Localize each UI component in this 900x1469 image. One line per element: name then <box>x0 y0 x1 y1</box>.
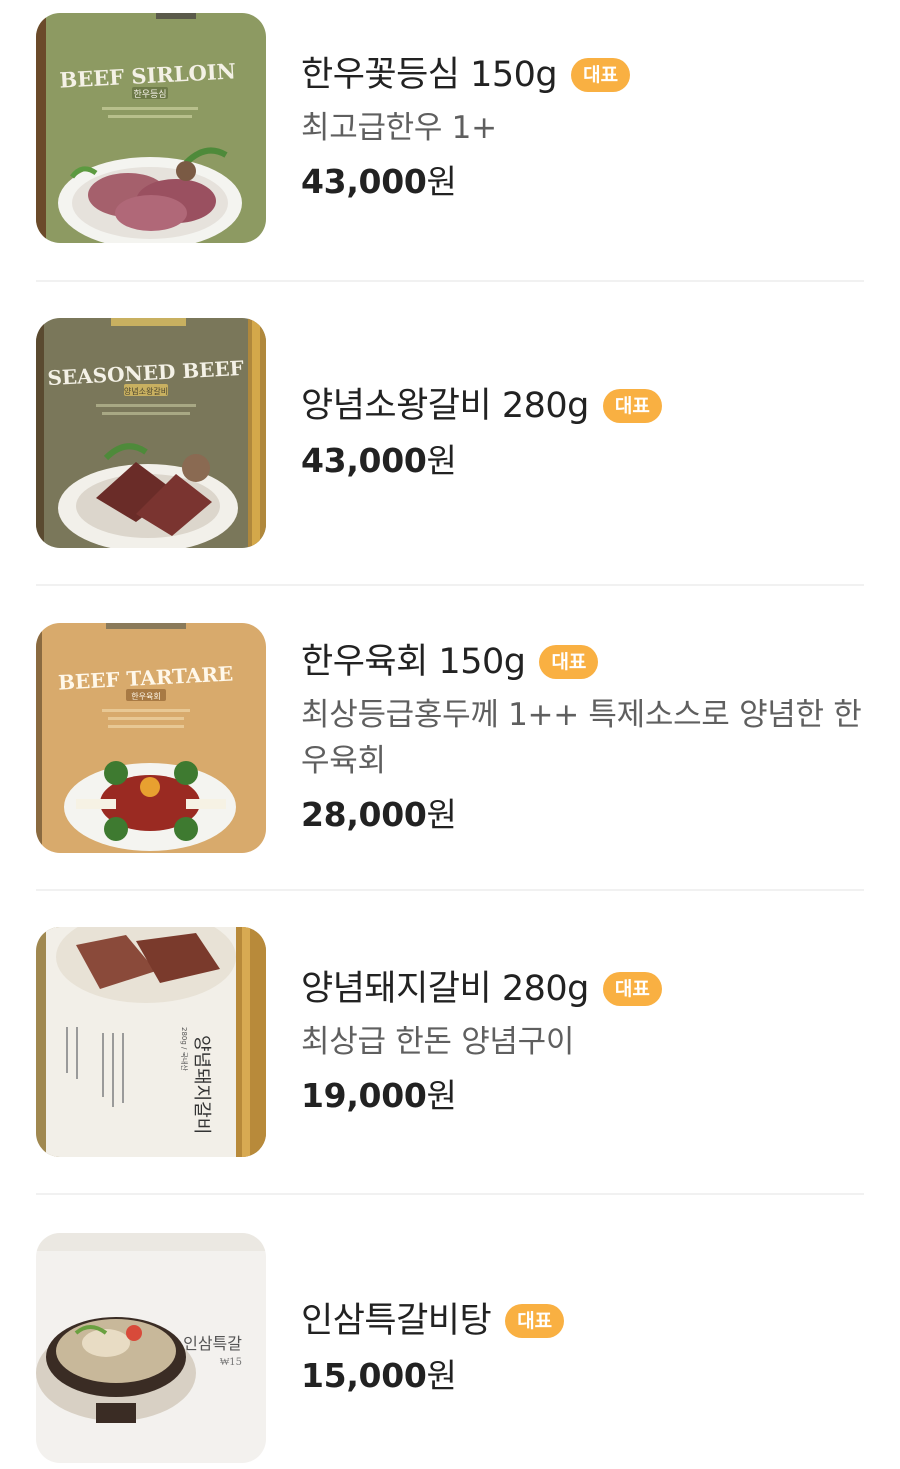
seasoned-beef-photo-icon: SEASONED BEEF 양념소왕갈비 <box>36 318 266 548</box>
menu-item-info: 인삼특갈비탕 대표 15,000원 <box>301 1297 864 1399</box>
menu-item-info: 양념돼지갈비 280g 대표 최상급 한돈 양념구이 19,000원 <box>301 965 864 1119</box>
price-number: 28,000 <box>301 795 427 834</box>
galbitang-photo-icon: 인삼특갈 ₩15 <box>36 1233 266 1463</box>
menu-item-price: 19,000원 <box>301 1073 864 1119</box>
menu-item-price: 15,000원 <box>301 1353 864 1399</box>
menu-item-info: 한우육회 150g 대표 최상등급홍두께 1++ 특제소스로 양념한 한우육회 … <box>301 638 864 838</box>
menu-list: BEEF SIRLOIN 한우등심 한우꽃등심 150g 대표 최고급한우 1+ <box>0 0 900 1469</box>
divider <box>36 280 864 282</box>
menu-item-seasoned-beef[interactable]: SEASONED BEEF 양념소왕갈비 양념소왕갈비 280g 대표 43,0… <box>36 318 864 548</box>
image-label: ₩15 <box>220 1357 242 1368</box>
menu-item-info: 한우꽃등심 150g 대표 최고급한우 1+ 43,000원 <box>301 51 864 205</box>
image-label: 한우등심 <box>133 89 166 100</box>
menu-item-price: 43,000원 <box>301 438 864 484</box>
menu-item-price: 28,000원 <box>301 792 864 838</box>
price-number: 43,000 <box>301 441 427 480</box>
name-row: 양념돼지갈비 280g 대표 <box>301 965 864 1013</box>
menu-item-name: 양념소왕갈비 280g <box>301 386 589 426</box>
divider <box>36 1193 864 1195</box>
image-title: 인삼특갈 <box>183 1334 242 1353</box>
price-unit: 원 <box>426 441 457 480</box>
menu-item-pork-ribs[interactable]: 양념돼지갈비 280g / 국내산 양념돼지갈비 280g 대표 최상급 한돈 … <box>36 927 864 1157</box>
menu-item-description: 최고급한우 1+ <box>301 110 497 146</box>
name-row: 한우꽃등심 150g 대표 <box>301 51 864 99</box>
menu-item-description: 최상급 한돈 양념구이 <box>301 1024 575 1060</box>
beef-sirloin-photo-icon: BEEF SIRLOIN 한우등심 <box>36 13 266 243</box>
price-unit: 원 <box>426 1076 457 1115</box>
pork-ribs-photo-icon: 양념돼지갈비 280g / 국내산 <box>36 927 266 1157</box>
signature-badge: 대표 <box>571 58 631 92</box>
menu-item-info: 양념소왕갈비 280g 대표 43,000원 <box>301 382 864 484</box>
price-unit: 원 <box>426 162 457 201</box>
beef-tartare-photo-icon: BEEF TARTARE 한우육회 <box>36 623 266 853</box>
menu-item-name: 한우꽃등심 150g <box>301 55 558 95</box>
signature-badge: 대표 <box>505 1304 565 1338</box>
menu-item-tartare[interactable]: BEEF TARTARE 한우육회 한우육회 150g 대표 최상등급홍두께 1… <box>36 623 864 853</box>
price-unit: 원 <box>426 1356 457 1395</box>
image-title: 양념돼지갈비 <box>191 1035 212 1134</box>
menu-item-name: 한우육회 150g <box>301 642 526 682</box>
image-label: 양념소왕갈비 <box>124 387 168 396</box>
menu-item-price: 43,000원 <box>301 159 864 205</box>
signature-badge: 대표 <box>539 645 599 679</box>
name-row: 양념소왕갈비 280g 대표 <box>301 382 864 430</box>
price-number: 15,000 <box>301 1356 427 1395</box>
menu-item-name: 인삼특갈비탕 <box>301 1301 492 1341</box>
signature-badge: 대표 <box>602 389 662 423</box>
menu-item-description: 최상등급홍두께 1++ 특제소스로 양념한 한우육회 <box>301 697 862 779</box>
menu-item-name: 양념돼지갈비 280g <box>301 969 589 1009</box>
price-number: 19,000 <box>301 1076 427 1115</box>
menu-item-sirloin[interactable]: BEEF SIRLOIN 한우등심 한우꽃등심 150g 대표 최고급한우 1+ <box>36 13 864 243</box>
image-label: 한우육회 <box>131 692 160 701</box>
menu-item-galbitang[interactable]: 인삼특갈 ₩15 인삼특갈비탕 대표 15,000원 <box>36 1233 864 1463</box>
signature-badge: 대표 <box>602 972 662 1006</box>
image-label: 280g / 국내산 <box>180 1027 189 1071</box>
name-row: 한우육회 150g 대표 <box>301 638 864 686</box>
price-number: 43,000 <box>301 162 427 201</box>
name-row: 인삼특갈비탕 대표 <box>301 1297 864 1345</box>
divider <box>36 889 864 891</box>
divider <box>36 584 864 586</box>
price-unit: 원 <box>426 795 457 834</box>
